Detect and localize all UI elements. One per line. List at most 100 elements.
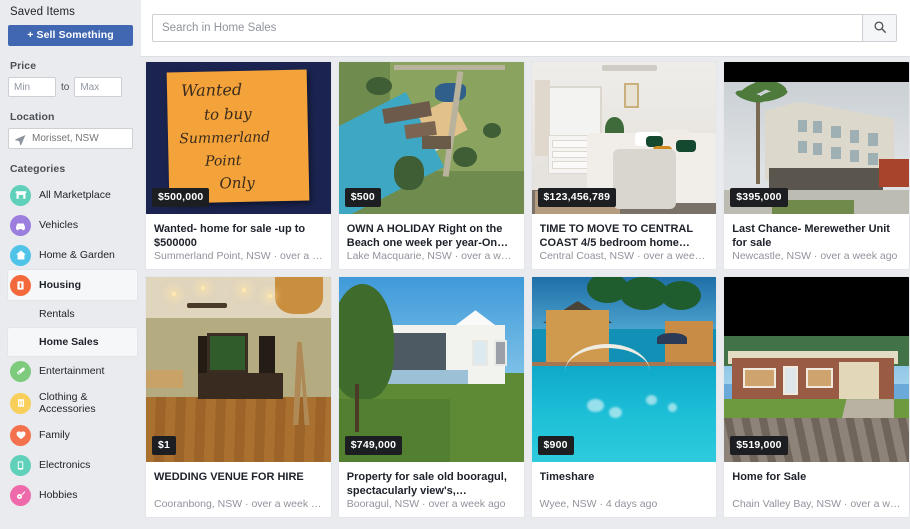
price-badge: $500,000 bbox=[152, 188, 210, 207]
search-input[interactable] bbox=[153, 15, 862, 41]
clothing-icon bbox=[10, 392, 31, 414]
listing-photo[interactable]: $500 bbox=[338, 62, 524, 214]
price-filter-row: to bbox=[8, 77, 133, 97]
sidebar-item-housing[interactable]: Housing bbox=[8, 270, 137, 300]
price-filter-label: Price bbox=[10, 60, 37, 72]
listing-photo[interactable]: $1 bbox=[146, 277, 331, 462]
sidebar-item-label: Electronics bbox=[39, 459, 91, 471]
cottage-lawn-image bbox=[338, 277, 524, 462]
price-badge: $500 bbox=[344, 188, 381, 207]
location-input[interactable] bbox=[30, 132, 127, 145]
listing-photo[interactable]: $900 bbox=[531, 277, 717, 462]
price-badge: $123,456,789 bbox=[537, 188, 617, 207]
storefront-icon bbox=[10, 184, 31, 206]
listing-photo[interactable]: $395,000 bbox=[724, 62, 909, 214]
listing-card[interactable]: Wanted to buy Summerland Point Only $500… bbox=[145, 61, 332, 270]
price-max-input[interactable] bbox=[74, 77, 123, 97]
listing-title: Wanted- home for sale -up to $500000 bbox=[154, 223, 306, 249]
listing-photo[interactable]: $123,456,789 bbox=[531, 62, 717, 214]
listing-body: Property for sale old booragul, spectacu… bbox=[339, 462, 524, 498]
sidebar-item-label: Family bbox=[39, 429, 70, 441]
marketplace-app: Saved Items + Sell Something Price to Lo… bbox=[0, 0, 910, 529]
listing-card[interactable]: $500 OWN A HOLIDAY Right on the Beach on… bbox=[337, 61, 525, 270]
search-bar bbox=[141, 0, 910, 57]
ticket-icon bbox=[10, 360, 31, 382]
categories-label: Categories bbox=[10, 163, 66, 175]
saved-items-link[interactable]: Saved Items bbox=[8, 0, 133, 25]
location-arrow-icon bbox=[14, 133, 26, 145]
venue-interior-image bbox=[146, 277, 331, 462]
sidebar-item-label: All Marketplace bbox=[39, 189, 111, 201]
location-filter-label: Location bbox=[10, 111, 55, 123]
listing-card[interactable]: $1 WEDDING VENUE FOR HIRE Cooranbong, NS… bbox=[145, 276, 332, 518]
price-badge: $519,000 bbox=[730, 436, 788, 455]
sidebar-subitem-rentals[interactable]: Rentals bbox=[8, 300, 133, 328]
search-box bbox=[152, 14, 897, 42]
price-badge: $900 bbox=[537, 436, 574, 455]
listing-meta: Summerland Point, NSW · over a week... bbox=[154, 250, 331, 262]
sidebar-item-entertainment[interactable]: Entertainment bbox=[8, 356, 133, 386]
listing-meta: Lake Macquarie, NSW · over a week ago bbox=[346, 250, 524, 262]
sidebar-item-label: Hobbies bbox=[39, 489, 78, 501]
guitar-icon bbox=[10, 484, 31, 506]
sidebar-item-label: Housing bbox=[39, 279, 81, 291]
listing-card[interactable]: $900 Timeshare Wyee, NSW · 4 days ago bbox=[530, 276, 718, 518]
price-badge: $749,000 bbox=[344, 436, 403, 455]
listing-card[interactable]: $395,000 Last Chance- Merewether Unit fo… bbox=[723, 61, 910, 270]
heart-icon bbox=[10, 424, 31, 446]
sidebar-subitem-home-sales[interactable]: Home Sales bbox=[8, 328, 137, 356]
price-badge: $1 bbox=[152, 436, 177, 455]
sidebar-item-hobbies[interactable]: Hobbies bbox=[8, 480, 133, 510]
listing-photo[interactable]: $749,000 bbox=[338, 277, 524, 462]
car-icon bbox=[10, 214, 31, 236]
sidebar-subitem-label: Rentals bbox=[39, 308, 75, 320]
sidebar-item-vehicles[interactable]: Vehicles bbox=[8, 210, 133, 240]
listing-card[interactable]: $519,000 Home for Sale Chain Valley Bay,… bbox=[723, 276, 910, 518]
sign-line: Point bbox=[205, 153, 242, 171]
sell-something-button[interactable]: + Sell Something bbox=[8, 25, 133, 46]
phone-icon bbox=[10, 454, 31, 476]
listing-title: TIME TO MOVE TO CENTRAL COAST 4/5 bedroo… bbox=[539, 223, 693, 249]
listing-title: Last Chance- Merewether Unit for sale bbox=[732, 223, 890, 249]
listing-body: Home for Sale bbox=[724, 462, 909, 498]
search-icon bbox=[873, 20, 887, 37]
brick-home-image bbox=[724, 277, 909, 462]
listing-meta: Central Coast, NSW · over a week ago bbox=[539, 250, 717, 262]
listing-body: Last Chance- Merewether Unit for sale bbox=[724, 214, 909, 250]
listing-body: TIME TO MOVE TO CENTRAL COAST 4/5 bedroo… bbox=[532, 214, 717, 250]
listing-photo[interactable]: $519,000 bbox=[724, 277, 909, 462]
sign-line: to buy bbox=[204, 104, 252, 124]
listing-meta: Cooranbong, NSW · over a week ago bbox=[154, 498, 329, 510]
listing-meta: Newcastle, NSW · over a week ago bbox=[732, 250, 898, 262]
sidebar-item-electronics[interactable]: Electronics bbox=[8, 450, 133, 480]
listing-body: Timeshare bbox=[532, 462, 717, 498]
search-button[interactable] bbox=[862, 15, 896, 41]
sidebar-item-all-marketplace[interactable]: All Marketplace bbox=[8, 180, 133, 210]
house-icon bbox=[10, 244, 31, 266]
sidebar-item-family[interactable]: Family bbox=[8, 420, 133, 450]
sign-line: Summerland bbox=[179, 129, 271, 148]
listing-body: WEDDING VENUE FOR HIRE bbox=[146, 462, 331, 498]
listing-title: Timeshare bbox=[539, 471, 595, 483]
price-badge: $395,000 bbox=[730, 188, 788, 207]
listing-meta: Booragul, NSW · over a week ago bbox=[346, 498, 506, 510]
resort-pool-image bbox=[531, 277, 717, 462]
sidebar-item-home-garden[interactable]: Home & Garden bbox=[8, 240, 133, 270]
sidebar: Saved Items + Sell Something Price to Lo… bbox=[0, 0, 141, 529]
category-list: All Marketplace Vehicles Home & Garden H… bbox=[8, 180, 137, 510]
listing-title: Property for sale old booragul, spectacu… bbox=[346, 471, 507, 497]
listing-photo[interactable]: Wanted to buy Summerland Point Only $500… bbox=[146, 62, 331, 214]
sidebar-item-clothing-accessories[interactable]: Clothing & Accessories bbox=[8, 386, 133, 420]
listing-card[interactable]: $749,000 Property for sale old booragul,… bbox=[337, 276, 525, 518]
sign-line: Wanted bbox=[181, 80, 243, 101]
sidebar-item-label: Entertainment bbox=[39, 365, 105, 377]
price-to-label: to bbox=[61, 81, 70, 93]
location-filter-row[interactable] bbox=[8, 128, 133, 149]
listing-body: Wanted- home for sale -up to $500000 bbox=[146, 214, 331, 250]
sidebar-subitem-label: Home Sales bbox=[39, 336, 99, 348]
price-min-input[interactable] bbox=[8, 77, 56, 97]
listing-meta: Wyee, NSW · 4 days ago bbox=[539, 498, 658, 510]
listing-title: WEDDING VENUE FOR HIRE bbox=[154, 471, 304, 483]
listing-card[interactable]: $123,456,789 TIME TO MOVE TO CENTRAL COA… bbox=[530, 61, 718, 270]
listing-title: Home for Sale bbox=[732, 471, 807, 483]
